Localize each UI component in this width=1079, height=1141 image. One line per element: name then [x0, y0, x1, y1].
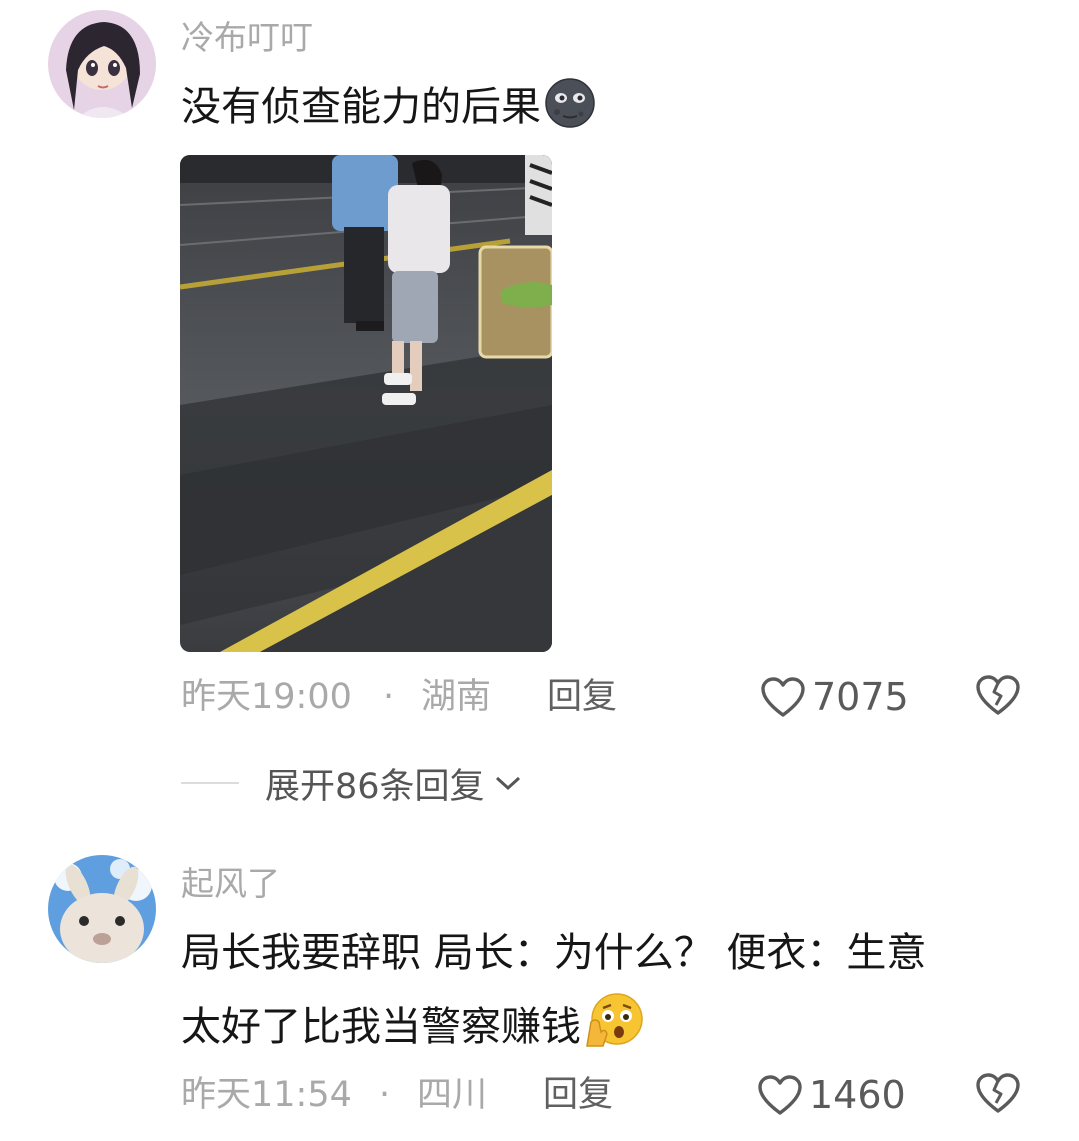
meta-separator: · — [379, 1075, 391, 1115]
username[interactable]: 起风了 — [181, 864, 280, 904]
comment-text-line: 太好了比我当警察赚钱 — [181, 1004, 581, 1050]
comment-meta: 昨天11:54 · 四川 回复 1460 — [181, 1070, 1079, 1120]
like-count: 7075 — [812, 675, 909, 719]
meta-separator: · — [383, 677, 395, 717]
broken-heart-icon — [976, 675, 1020, 715]
heart-icon — [761, 677, 805, 717]
comment-location: 四川 — [417, 1075, 488, 1115]
comment-time: 昨天11:54 — [181, 1075, 352, 1115]
comment-photo[interactable] — [180, 155, 552, 652]
divider-line — [181, 782, 239, 784]
like-button[interactable]: 7075 — [760, 672, 909, 722]
dislike-button[interactable] — [975, 1072, 1021, 1128]
dislike-button[interactable] — [975, 674, 1021, 730]
username[interactable]: 冷布叮叮 — [181, 18, 313, 58]
comment-text-body: 没有侦查能力的后果 — [181, 84, 541, 130]
like-count: 1460 — [809, 1073, 906, 1117]
comment-location: 湖南 — [421, 677, 492, 717]
heart-icon — [758, 1075, 802, 1115]
avatar[interactable] — [48, 10, 156, 118]
comment-text-line: 局长我要辞职 局长：为什么？ 便衣：生意 — [181, 930, 927, 976]
comment-text: 太好了比我当警察赚钱 — [181, 992, 645, 1068]
reply-button[interactable]: 回复 — [543, 1070, 613, 1120]
broken-heart-icon — [976, 1073, 1020, 1113]
comment-time: 昨天19:00 — [181, 677, 352, 717]
avatar[interactable] — [48, 855, 156, 963]
comment-text: 没有侦查能力的后果 — [181, 74, 597, 148]
expand-replies-label: 展开86条回复 — [265, 766, 485, 807]
reply-button[interactable]: 回复 — [547, 672, 617, 722]
shushing-face-icon — [583, 992, 645, 1068]
chevron-down-icon — [495, 776, 520, 791]
expand-replies-button[interactable]: 展开86条回复 — [181, 758, 523, 808]
new-moon-face-icon — [543, 78, 597, 148]
like-button[interactable]: 1460 — [757, 1070, 906, 1120]
comment-meta: 昨天19:00 · 湖南 回复 7075 — [181, 672, 1079, 722]
